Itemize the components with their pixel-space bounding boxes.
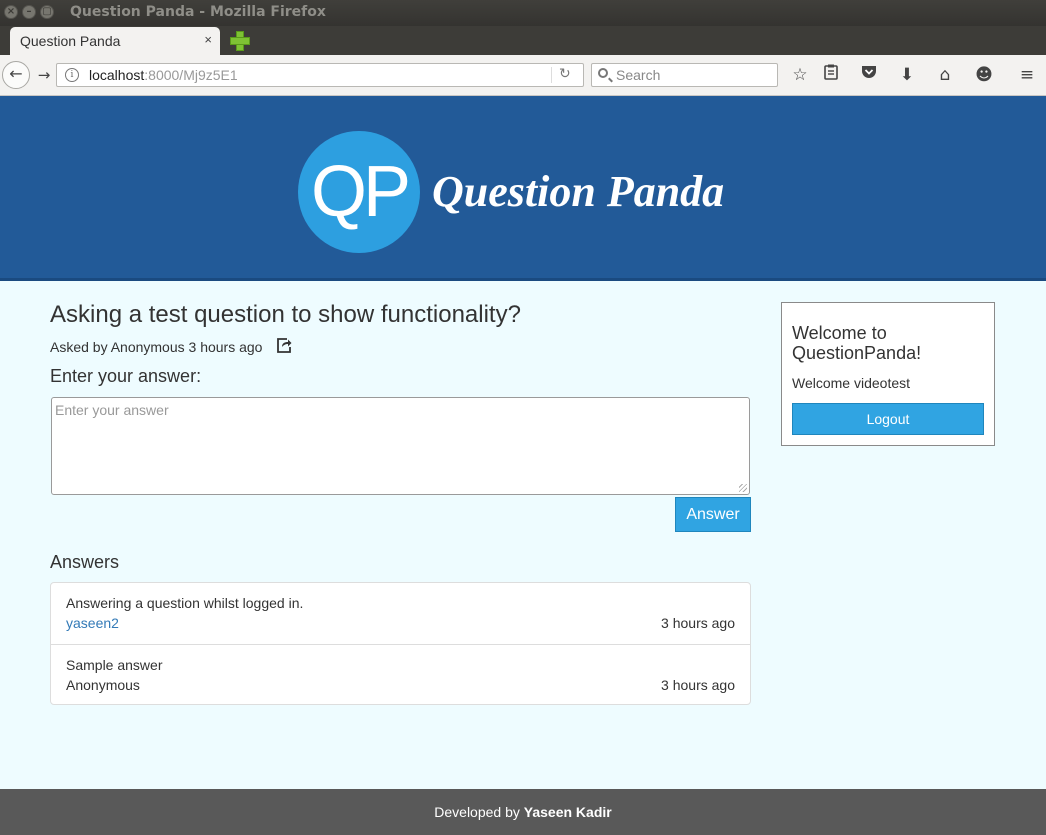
- search-placeholder: Search: [616, 67, 661, 83]
- hamburger-menu-icon[interactable]: ≡: [1016, 64, 1038, 86]
- answers-list: Answering a question whilst logged in. y…: [50, 582, 751, 705]
- back-arrow-icon[interactable]: ←: [2, 61, 30, 89]
- logo-letters: QP: [310, 152, 411, 232]
- answer-textarea[interactable]: Enter your answer: [51, 397, 750, 495]
- logo-circle[interactable]: QP: [298, 131, 420, 253]
- answer-submit-button[interactable]: Answer: [675, 497, 751, 532]
- url-bar[interactable]: i localhost:8000/Mj9z5E1 ↻: [56, 63, 584, 87]
- window-maximize-button[interactable]: ▢: [40, 5, 54, 19]
- question-title: Asking a test question to show functiona…: [50, 301, 521, 328]
- welcome-panel: Welcome to QuestionPanda! Welcome videot…: [781, 302, 995, 446]
- site-footer: Developed by Yaseen Kadir: [0, 789, 1046, 835]
- share-icon[interactable]: [276, 338, 292, 354]
- tab-close-icon[interactable]: ×: [204, 32, 212, 47]
- url-text[interactable]: localhost:8000/Mj9z5E1: [89, 67, 238, 83]
- list-item: Answering a question whilst logged in. y…: [51, 583, 750, 644]
- answer-form-label: Enter your answer:: [50, 366, 202, 386]
- welcome-user-text: Welcome videotest: [792, 375, 911, 391]
- download-arrow-icon[interactable]: ⬇: [896, 64, 918, 86]
- navigation-toolbar: ← → i localhost:8000/Mj9z5E1 ↻ Search ☆ …: [0, 55, 1046, 96]
- tab-title: Question Panda: [20, 33, 121, 49]
- answers-heading: Answers: [50, 552, 120, 572]
- pocket-icon[interactable]: [858, 64, 880, 86]
- logo-wordmark[interactable]: Question Panda: [432, 166, 724, 217]
- window-title: Question Panda - Mozilla Firefox: [70, 4, 326, 20]
- window-titlebar: × – ▢ Question Panda - Mozilla Firefox: [0, 0, 1046, 26]
- window-minimize-button[interactable]: –: [22, 5, 36, 19]
- url-divider: [551, 67, 552, 83]
- question-meta: Asked by Anonymous 3 hours ago: [50, 339, 263, 355]
- window-close-button[interactable]: ×: [4, 5, 18, 19]
- answer-author: Anonymous: [66, 677, 140, 693]
- footer-author: Yaseen Kadir: [523, 804, 612, 820]
- answer-text: Answering a question whilst logged in.: [66, 595, 304, 611]
- window-controls: × – ▢: [4, 5, 54, 19]
- reload-icon[interactable]: ↻: [559, 66, 571, 82]
- clipboard-icon[interactable]: [820, 64, 842, 86]
- answer-time: 3 hours ago: [661, 677, 735, 693]
- welcome-panel-title: Welcome to QuestionPanda!: [792, 323, 922, 363]
- footer-prefix: Developed by: [434, 804, 520, 820]
- search-bar[interactable]: Search: [591, 63, 778, 87]
- tab-strip: Question Panda ×: [0, 26, 1046, 55]
- forward-arrow-icon[interactable]: →: [33, 64, 55, 86]
- star-icon[interactable]: ☆: [789, 64, 811, 86]
- answer-placeholder: Enter your answer: [55, 402, 169, 418]
- answer-time: 3 hours ago: [661, 615, 735, 631]
- site-info-icon[interactable]: i: [65, 68, 79, 82]
- resize-grip-icon[interactable]: [739, 484, 747, 492]
- list-item: Sample answer Anonymous 3 hours ago: [51, 644, 750, 705]
- new-tab-plus-icon[interactable]: [230, 31, 250, 51]
- tab-question-panda[interactable]: Question Panda ×: [10, 27, 220, 55]
- search-icon: [598, 68, 608, 78]
- answer-text: Sample answer: [66, 657, 163, 673]
- answer-author-link[interactable]: yaseen2: [66, 615, 119, 631]
- site-header-banner: QP Question Panda: [0, 96, 1046, 281]
- smiley-icon[interactable]: ☻: [973, 64, 995, 86]
- home-icon[interactable]: ⌂: [934, 64, 956, 86]
- logout-button[interactable]: Logout: [792, 403, 984, 435]
